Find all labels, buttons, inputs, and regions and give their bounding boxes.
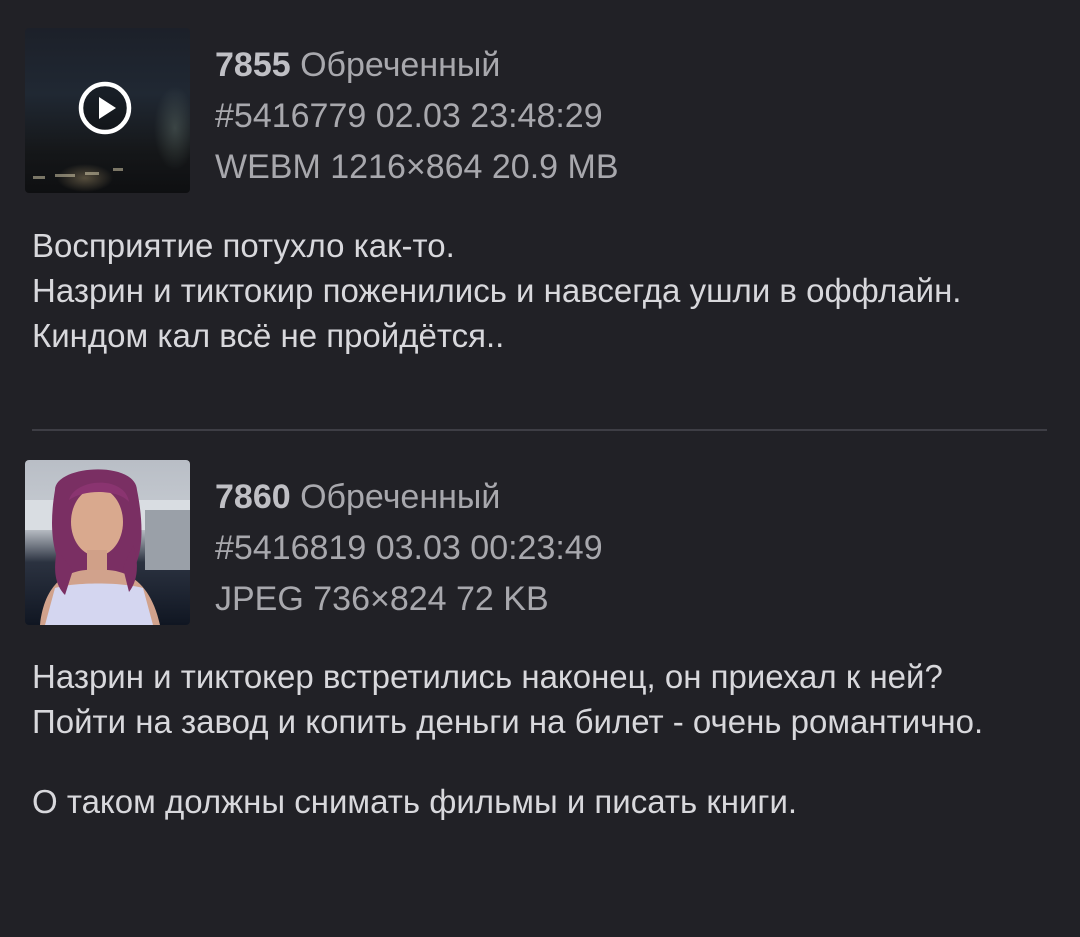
- post-meta: 7855 Обреченный #5416779 02.03 23:48:29 …: [215, 40, 619, 193]
- post-id[interactable]: #5416819: [215, 529, 366, 567]
- thumbnail-detail: [33, 176, 45, 179]
- post-time: 00:23:49: [470, 529, 603, 567]
- file-info: JPEG 736×824 72 KB: [215, 580, 549, 618]
- post-line: Назрин и тиктокир поженились и навсегда …: [32, 272, 962, 309]
- portrait-image: [25, 469, 190, 625]
- post-line: Назрин и тиктокер встретились наконец, о…: [32, 658, 943, 695]
- post-id-line: #5416819 03.03 00:23:49: [215, 523, 603, 574]
- post-line: Восприятие потухло как-то.: [32, 227, 455, 264]
- thumbnail-detail: [55, 174, 75, 177]
- post-number[interactable]: 7855: [215, 46, 291, 84]
- thread-feed: 7855 Обреченный #5416779 02.03 23:48:29 …: [0, 0, 1080, 937]
- post-date: 02.03: [375, 97, 461, 135]
- image-thumbnail[interactable]: [25, 460, 190, 625]
- author-name: Обреченный: [300, 478, 501, 516]
- post-divider: [32, 429, 1047, 431]
- play-icon[interactable]: [78, 81, 132, 135]
- post-date: 03.03: [375, 529, 461, 567]
- post-line: О таком должны снимать фильмы и писать к…: [32, 783, 798, 820]
- post-line: Киндом кал всё не пройдётся..: [32, 317, 505, 354]
- file-info: WEBM 1216×864 20.9 MB: [215, 148, 619, 186]
- post-body: Назрин и тиктокер встретились наконец, о…: [32, 654, 1042, 824]
- author-name: Обреченный: [300, 46, 501, 84]
- post-line: Пойти на завод и копить деньги на билет …: [32, 703, 984, 740]
- video-thumbnail[interactable]: [25, 28, 190, 193]
- post-body: Восприятие потухло как-то. Назрин и тикт…: [32, 223, 1042, 358]
- post-time: 23:48:29: [470, 97, 603, 135]
- post-meta: 7860 Обреченный #5416819 03.03 00:23:49 …: [215, 472, 603, 625]
- post-header: 7855 Обреченный: [215, 40, 619, 91]
- post-number[interactable]: 7860: [215, 478, 291, 516]
- post-header: 7860 Обреченный: [215, 472, 603, 523]
- post-id-line: #5416779 02.03 23:48:29: [215, 91, 619, 142]
- post-id[interactable]: #5416779: [215, 97, 366, 135]
- thumbnail-detail: [85, 172, 99, 175]
- thumbnail-detail: [113, 168, 123, 171]
